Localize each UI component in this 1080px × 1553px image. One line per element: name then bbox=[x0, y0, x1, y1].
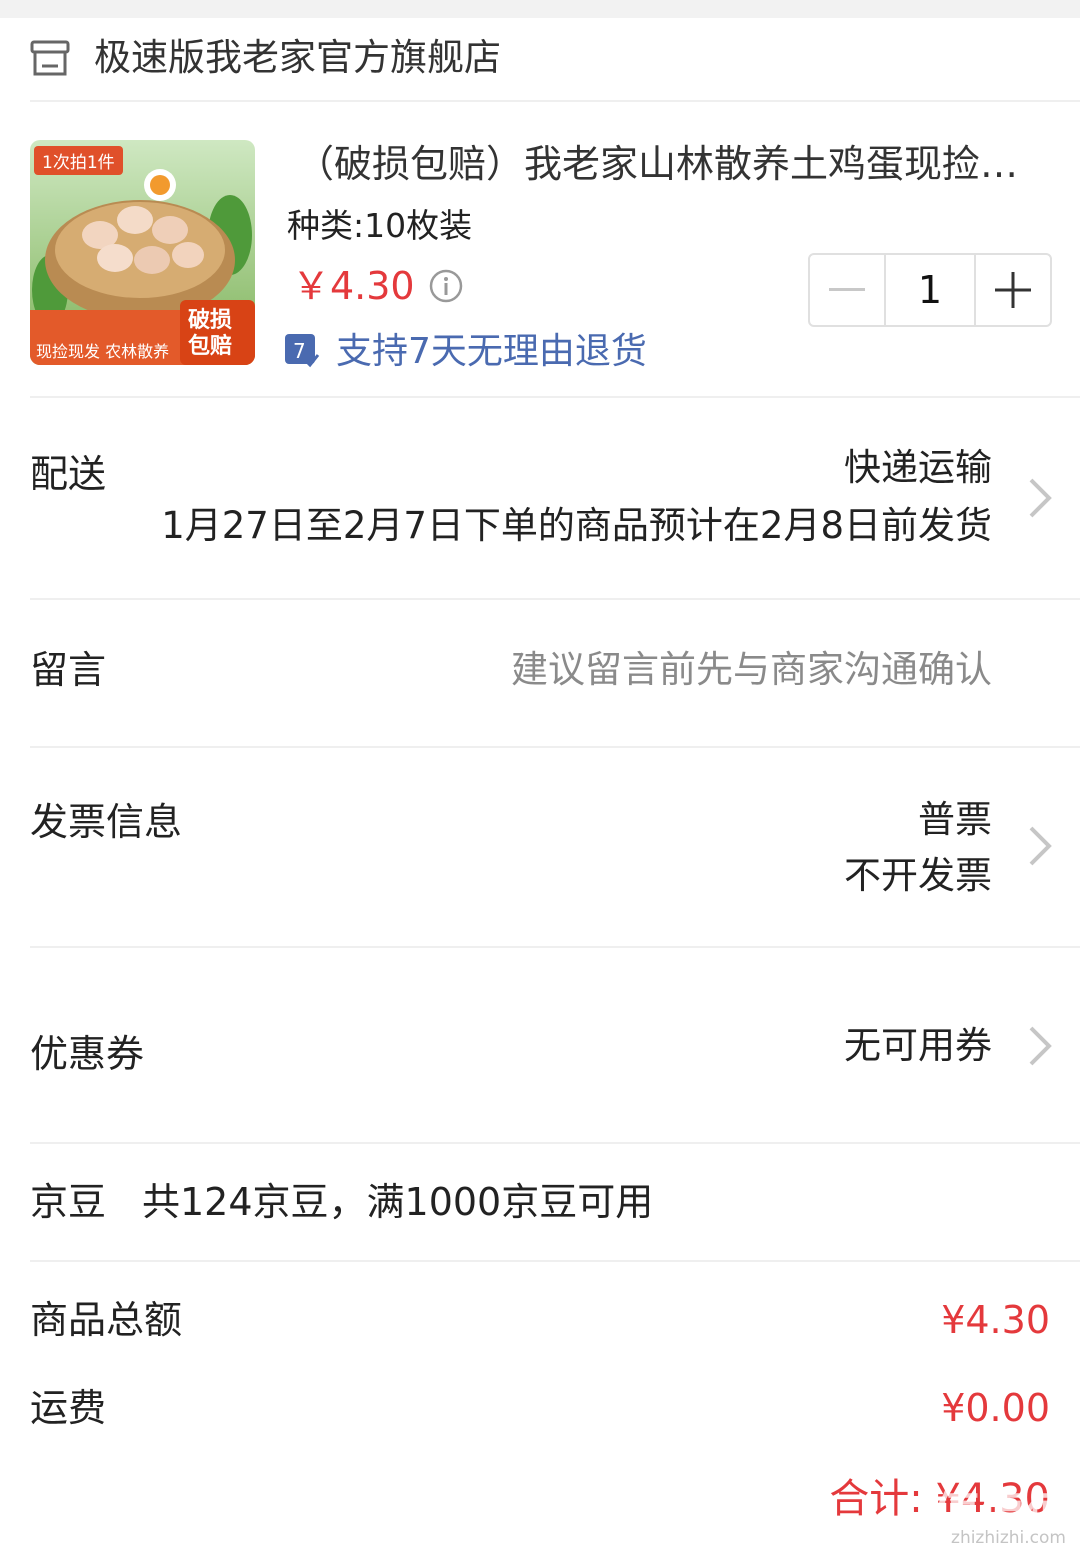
store-icon bbox=[30, 38, 70, 78]
chevron-right-icon[interactable] bbox=[1025, 476, 1055, 520]
invoice-label: 发票信息 bbox=[30, 800, 183, 844]
shipping-amount: ¥0.00 bbox=[941, 1386, 1050, 1430]
goods-total-label: 商品总额 bbox=[30, 1298, 183, 1342]
decrease-button[interactable] bbox=[810, 255, 884, 325]
product-price: ￥4.30 bbox=[292, 264, 415, 308]
delivery-method[interactable]: 快递运输 bbox=[844, 444, 992, 492]
delivery-note: 1月27日至2月7日下单的商品预计在2月8日前发货 bbox=[161, 504, 992, 547]
product-image-badge: 破损包赔 bbox=[188, 308, 233, 359]
svg-text:7: 7 bbox=[293, 339, 306, 363]
quantity-stepper[interactable]: 1 bbox=[808, 253, 1052, 327]
divider bbox=[30, 100, 1080, 102]
increase-button[interactable] bbox=[976, 255, 1050, 325]
return-policy[interactable]: 支持7天无理由退货 bbox=[336, 328, 647, 376]
product-spec[interactable]: 种类:10枚装 bbox=[287, 204, 472, 248]
invoice-type[interactable]: 普票 bbox=[918, 796, 992, 844]
divider bbox=[30, 598, 1080, 600]
product-title[interactable]: （破损包赔）我老家山林散养土鸡蛋现捡新鲜柴鸡蛋 bbox=[296, 140, 1046, 188]
coupon-label: 优惠券 bbox=[30, 1032, 145, 1076]
plus-icon bbox=[995, 272, 1031, 308]
chevron-right-icon[interactable] bbox=[1025, 1024, 1055, 1068]
shipping-label: 运费 bbox=[30, 1386, 107, 1430]
product-image-caption: 现捡现发 农林散养 bbox=[36, 342, 170, 361]
invoice-value[interactable]: 不开发票 bbox=[844, 852, 992, 900]
coupon-value[interactable]: 无可用券 bbox=[844, 1022, 992, 1070]
shop-name[interactable]: 极速版我老家官方旗舰店 bbox=[94, 34, 501, 82]
jingdou-info: 共124京豆，满1000京豆可用 bbox=[142, 1180, 654, 1224]
message-input[interactable]: 建议留言前先与商家沟通确认 bbox=[511, 646, 992, 694]
delivery-label: 配送 bbox=[30, 452, 107, 496]
divider bbox=[30, 1260, 1080, 1262]
divider bbox=[30, 396, 1080, 398]
message-label: 留言 bbox=[30, 648, 107, 692]
minus-icon bbox=[829, 288, 865, 291]
watermark-url: zhizhizhi.com bbox=[951, 1528, 1066, 1548]
seven-day-return-icon: 7 bbox=[284, 333, 320, 369]
quantity-value[interactable]: 1 bbox=[884, 255, 976, 325]
divider bbox=[30, 946, 1080, 948]
chevron-right-icon[interactable] bbox=[1025, 824, 1055, 868]
divider bbox=[30, 1142, 1080, 1144]
product-image-tag: 1次拍1件 bbox=[34, 146, 123, 175]
info-icon[interactable] bbox=[428, 268, 464, 304]
jingdou-label: 京豆 bbox=[30, 1180, 107, 1224]
divider bbox=[30, 746, 1080, 748]
goods-total-amount: ¥4.30 bbox=[941, 1298, 1050, 1342]
top-strip bbox=[0, 0, 1080, 18]
